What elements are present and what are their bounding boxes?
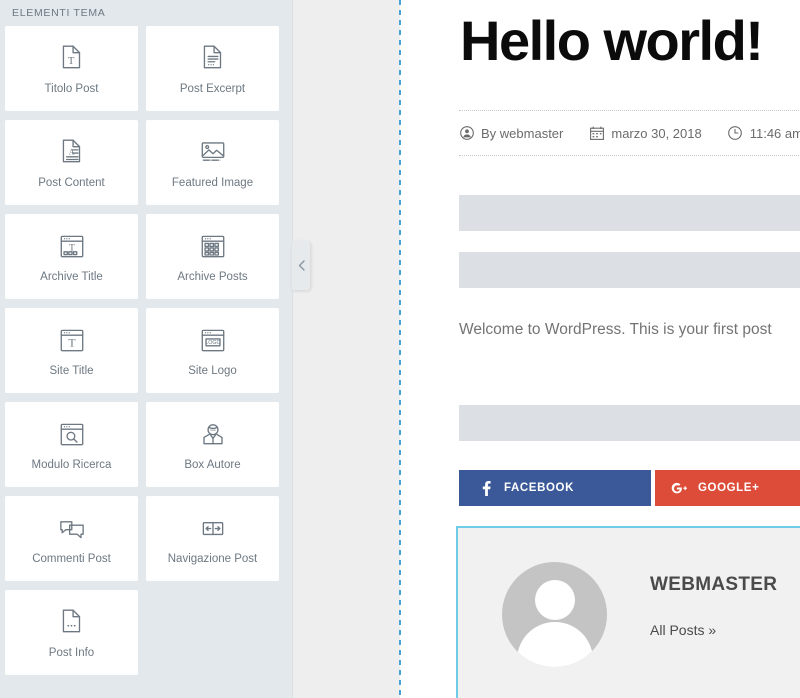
post-meta: By webmaster marzo 30, 2018 11:46 am (459, 110, 800, 156)
post-navigation-icon (196, 511, 230, 545)
elementor-theme-builder-screen: ELEMENTI TEMA T Titolo Post Post Excerpt A P… (0, 0, 800, 698)
google-plus-icon (671, 482, 689, 495)
widget-card-archive-title[interactable]: T Archive Title (5, 214, 138, 299)
widget-card-label: Post Content (38, 177, 105, 190)
canvas-drop-edge (399, 0, 401, 698)
user-icon (459, 126, 474, 141)
calendar-icon (589, 126, 604, 141)
widget-card-label: Titolo Post (44, 83, 99, 96)
widget-card-label: Site Title (49, 365, 94, 378)
author-box: WEBMASTER All Posts » (456, 526, 800, 698)
meta-item-time: 11:46 am (728, 126, 800, 141)
post-comments-icon (55, 511, 89, 545)
widget-card-site-logo[interactable]: LOGO Site Logo (146, 308, 279, 393)
meta-date-text: marzo 30, 2018 (611, 125, 702, 141)
widget-card-label: Modulo Ricerca (31, 459, 112, 472)
widget-card-titolo-post[interactable]: T Titolo Post (5, 26, 138, 111)
widget-card-label: Archive Posts (177, 271, 248, 284)
widget-card-label: Archive Title (40, 271, 103, 284)
content-placeholder-bar (459, 195, 800, 231)
content-placeholder-bar (459, 252, 800, 288)
widget-card-label: Site Logo (188, 365, 237, 378)
meta-item-author: By webmaster (459, 126, 563, 141)
widget-card-label: Post Excerpt (179, 83, 246, 96)
author-box-icon (196, 417, 230, 451)
widget-card-box-autore[interactable]: Box Autore (146, 402, 279, 487)
panel-collapse-button[interactable] (292, 241, 310, 290)
meta-time-text: 11:46 am (749, 125, 800, 141)
canvas-gutter (292, 0, 400, 698)
share-facebook-button[interactable]: FACEBOOK (459, 470, 651, 506)
post-title: Hello world! (460, 9, 764, 72)
post-title-icon: T (55, 41, 89, 75)
widget-card-site-title[interactable]: T Site Title (5, 308, 138, 393)
site-logo-icon: LOGO (196, 323, 230, 357)
featured-image-icon (196, 135, 230, 169)
widget-card-navigazione-post[interactable]: Navigazione Post (146, 496, 279, 581)
post-info-icon (55, 605, 89, 639)
panel-section-title: ELEMENTI TEMA (12, 7, 106, 19)
widget-card-post-excerpt[interactable]: Post Excerpt (146, 26, 279, 111)
widget-card-label: Post Info (48, 647, 95, 660)
post-content-icon: A (55, 135, 89, 169)
svg-text:T: T (67, 55, 74, 67)
widget-card-label: Navigazione Post (167, 553, 258, 566)
widget-card-label: Box Autore (184, 459, 241, 472)
widget-card-modulo-ricerca[interactable]: Modulo Ricerca (5, 402, 138, 487)
author-all-posts-link[interactable]: All Posts » (650, 622, 716, 638)
share-googleplus-button[interactable]: GOOGLE+ (655, 470, 800, 506)
content-placeholder-bar (459, 405, 800, 441)
widget-card-label: Commenti Post (32, 553, 111, 566)
widget-card-label: Featured Image (171, 177, 254, 190)
post-excerpt-icon (196, 41, 230, 75)
clock-icon (728, 126, 743, 141)
widget-grid: T Titolo Post Post Excerpt A Post Content Fea… (0, 26, 292, 675)
search-form-icon (55, 417, 89, 451)
meta-author-text: By webmaster (481, 125, 564, 141)
default-avatar-icon (502, 562, 607, 667)
widget-card-post-info[interactable]: Post Info (5, 590, 138, 675)
svg-text:LOGO: LOGO (205, 340, 220, 346)
archive-posts-icon (196, 229, 230, 263)
widget-panel: ELEMENTI TEMA T Titolo Post Post Excerpt A P… (0, 0, 292, 698)
share-facebook-label: FACEBOOK (504, 482, 574, 494)
archive-title-icon: T (55, 229, 89, 263)
svg-text:T: T (68, 337, 75, 350)
svg-text:A: A (68, 148, 74, 157)
share-googleplus-label: GOOGLE+ (698, 482, 760, 494)
site-title-icon: T (55, 323, 89, 357)
widget-card-archive-posts[interactable]: Archive Posts (146, 214, 279, 299)
chevron-left-icon (298, 260, 305, 271)
post-body-text: Welcome to WordPress. This is your first… (459, 321, 772, 338)
widget-card-post-content[interactable]: A Post Content (5, 120, 138, 205)
meta-item-date: marzo 30, 2018 (589, 125, 702, 141)
facebook-icon (477, 480, 495, 496)
author-name: WEBMASTER (650, 574, 778, 595)
widget-card-featured-image[interactable]: Featured Image (146, 120, 279, 205)
widget-card-commenti-post[interactable]: Commenti Post (5, 496, 138, 581)
